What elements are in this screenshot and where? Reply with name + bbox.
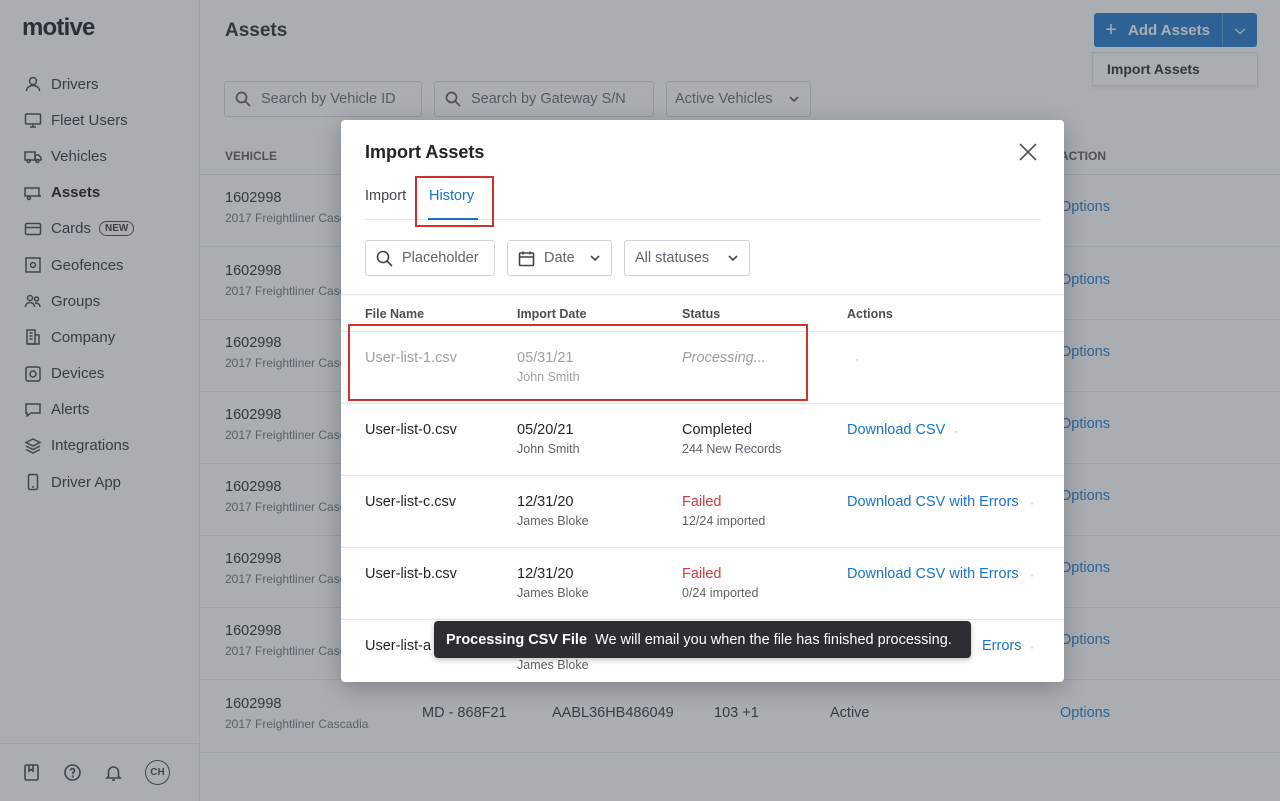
file-name: User-list-a [365,638,432,654]
imported-by: James Bloke [517,586,589,600]
chevron-down-icon [728,255,738,262]
separator-dot: · [1030,640,1034,654]
imported-by: James Bloke [517,514,589,528]
column-header-status: Status [682,307,721,321]
status-text: Failed [682,566,722,582]
import-date: 05/20/21 [517,422,574,438]
chevron-down-icon [590,255,600,262]
status-filter-dropdown[interactable]: All statuses [624,240,750,276]
separator-dot: · [855,352,859,366]
history-search-input[interactable]: Placeholder [365,240,495,276]
table-row: User-list-0.csv 05/20/21 John Smith Comp… [341,404,1064,476]
date-filter-dropdown[interactable]: Date [507,240,612,276]
import-date: 12/31/20 [517,566,574,582]
toast-title: Processing CSV File [446,631,588,648]
tab-import[interactable]: Import [365,188,406,204]
status-text: Completed [682,422,753,438]
column-header-import-date: Import Date [517,307,587,321]
table-row: User-list-b.csv 12/31/20 James Bloke Fai… [341,548,1064,620]
processing-row-highlight [348,324,808,401]
file-name: User-list-0.csv [365,422,457,438]
import-date: 12/31/20 [517,494,574,510]
status-detail: 12/24 imported [682,514,766,528]
imported-by: John Smith [517,442,580,456]
history-tab-highlight [415,176,494,227]
column-header-file-name: File Name [365,307,425,321]
close-icon [1019,143,1037,161]
table-row: User-list-c.csv 12/31/20 James Bloke Fai… [341,476,1064,548]
file-name: User-list-c.csv [365,494,457,510]
modal-title: Import Assets [365,142,485,162]
column-header-actions: Actions [847,307,893,321]
history-search-placeholder: Placeholder [402,250,479,266]
imported-by: James Bloke [517,658,589,672]
separator-dot: · [1030,496,1034,510]
download-csv-errors-link[interactable]: Download CSV with Errors [847,566,1019,582]
separator-dot: · [954,424,958,438]
status-detail: 0/24 imported [682,586,759,600]
download-csv-errors-link[interactable]: Errors [982,638,1021,654]
close-button[interactable] [1017,141,1039,163]
status-text: Failed [682,494,722,510]
status-filter-value: All statuses [635,250,710,266]
processing-toast: Processing CSV File We will email you wh… [434,621,971,658]
search-icon [376,250,393,267]
status-detail: 244 New Records [682,442,782,456]
separator-dot: · [1030,568,1034,582]
toast-message: We will email you when the file has fini… [595,631,952,648]
download-csv-link[interactable]: Download CSV [847,422,945,438]
file-name: User-list-b.csv [365,566,457,582]
date-filter-value: Date [544,250,575,266]
calendar-icon [518,251,535,266]
download-csv-errors-link[interactable]: Download CSV with Errors [847,494,1019,510]
